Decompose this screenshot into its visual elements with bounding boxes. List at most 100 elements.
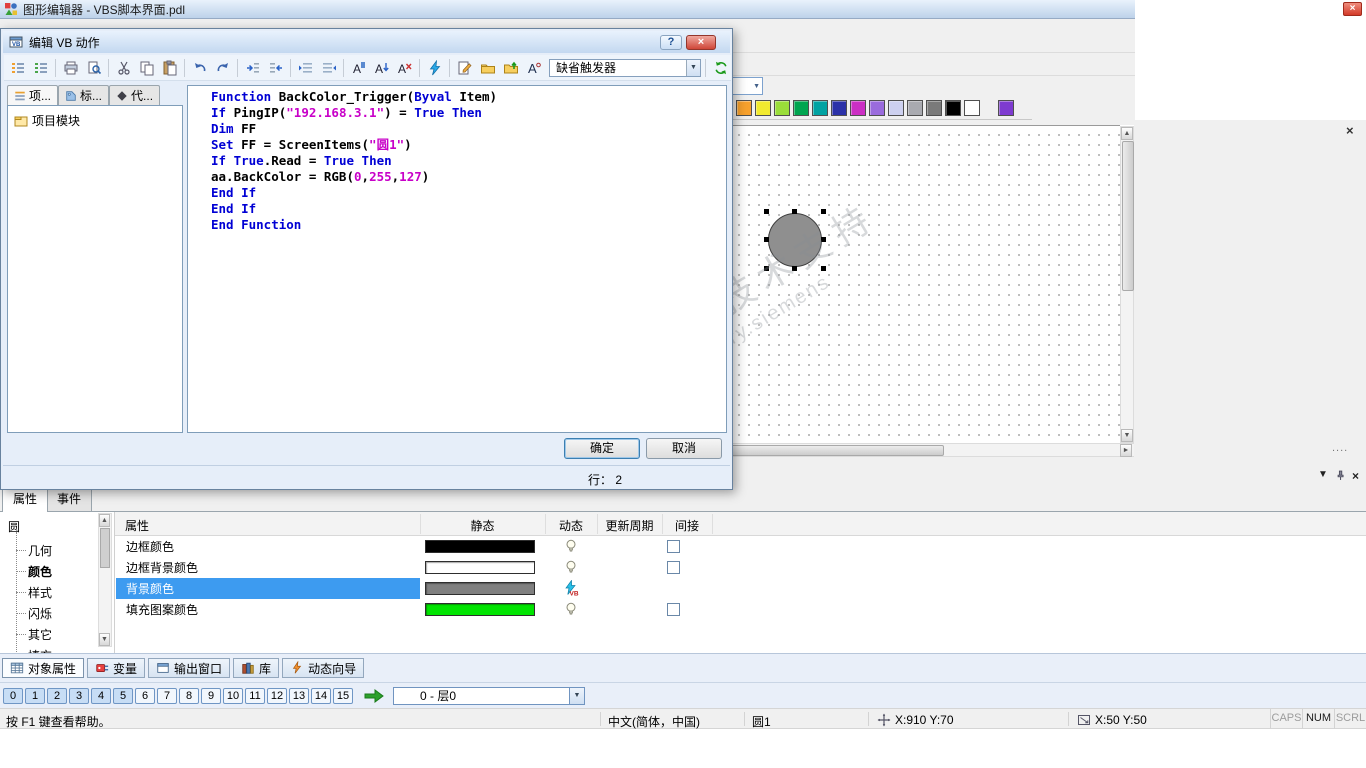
- paste-icon[interactable]: [159, 58, 180, 78]
- dialog-tab-2[interactable]: 代...: [109, 85, 161, 105]
- indent-icon[interactable]: [242, 58, 263, 78]
- property-name-cell[interactable]: 边框颜色: [116, 536, 420, 557]
- bulb-icon[interactable]: [563, 601, 579, 617]
- selection-handle[interactable]: [821, 209, 826, 214]
- palette-swatch[interactable]: [888, 100, 904, 116]
- layer-button-1[interactable]: 1: [25, 687, 45, 704]
- circle-object[interactable]: [768, 213, 822, 267]
- palette-swatch[interactable]: [831, 100, 847, 116]
- syntax-check-icon[interactable]: [424, 58, 445, 78]
- table-row[interactable]: 边框背景颜色: [115, 557, 1366, 578]
- layer-button-15[interactable]: 15: [333, 687, 353, 704]
- arrow-right-icon[interactable]: [363, 687, 385, 705]
- cancel-button[interactable]: 取消: [646, 438, 722, 459]
- scroll-up-icon[interactable]: ▲: [1121, 127, 1133, 140]
- dialog-tab-1[interactable]: 标...: [58, 85, 110, 105]
- selection-handle[interactable]: [821, 266, 826, 271]
- comment-icon[interactable]: [295, 58, 316, 78]
- layer-button-11[interactable]: 11: [245, 687, 265, 704]
- selection-handle[interactable]: [764, 266, 769, 271]
- scroll-up-icon[interactable]: ▲: [99, 514, 110, 527]
- layer-button-5[interactable]: 5: [113, 687, 133, 704]
- vertical-scroll-thumb[interactable]: [1122, 141, 1134, 291]
- layer-button-7[interactable]: 7: [157, 687, 177, 704]
- undo-icon[interactable]: [189, 58, 210, 78]
- import-icon[interactable]: [477, 58, 498, 78]
- chevron-down-icon[interactable]: ▼: [569, 687, 584, 704]
- tree-scrollbar[interactable]: ▲ ▼: [98, 513, 112, 647]
- indirect-checkbox[interactable]: [667, 561, 680, 574]
- palette-swatch[interactable]: [907, 100, 923, 116]
- palette-swatch[interactable]: [850, 100, 866, 116]
- tab-events[interactable]: 事件: [46, 488, 93, 511]
- tab-properties[interactable]: 属性: [2, 488, 49, 512]
- canvas-vertical-scrollbar[interactable]: ▲ ▼: [1120, 126, 1134, 443]
- bookmark-next-icon[interactable]: A: [371, 58, 392, 78]
- script-list-icon[interactable]: [7, 58, 28, 78]
- cut-icon[interactable]: [113, 58, 134, 78]
- code-editor[interactable]: Function BackColor_Trigger(Byval Item) If…: [187, 85, 727, 433]
- layer-combobox[interactable]: 0 - 层0 ▼: [393, 686, 585, 705]
- tree-item-project-modules[interactable]: 项目模块: [14, 112, 80, 129]
- bookmark-icon[interactable]: A: [348, 58, 369, 78]
- tab-dynamic-wizard[interactable]: 动态向导: [282, 658, 365, 678]
- selection-handle[interactable]: [792, 266, 797, 271]
- vb-action-icon[interactable]: VB: [563, 580, 579, 596]
- tree-item-3[interactable]: 闪烁: [15, 605, 52, 622]
- trigger-combobox[interactable]: 缺省触发器 ▼: [549, 58, 701, 77]
- tree-item-4[interactable]: 其它: [15, 626, 52, 643]
- static-color-swatch[interactable]: [425, 540, 535, 553]
- layer-button-14[interactable]: 14: [311, 687, 331, 704]
- chevron-down-icon[interactable]: ▼: [1318, 469, 1328, 480]
- dialog-tab-0[interactable]: 项...: [7, 85, 59, 105]
- selection-handle[interactable]: [821, 237, 826, 242]
- indirect-checkbox[interactable]: [667, 603, 680, 616]
- layer-button-13[interactable]: 13: [289, 687, 309, 704]
- tree-scroll-thumb[interactable]: [100, 528, 110, 568]
- close-button[interactable]: ×: [686, 35, 716, 50]
- scroll-down-icon[interactable]: ▼: [1121, 429, 1133, 442]
- layer-button-12[interactable]: 12: [267, 687, 287, 704]
- selection-handle[interactable]: [764, 237, 769, 242]
- palette-swatch[interactable]: [812, 100, 828, 116]
- action-list-icon[interactable]: [30, 58, 51, 78]
- redo-icon[interactable]: [212, 58, 233, 78]
- bulb-icon[interactable]: [563, 559, 579, 575]
- layer-button-9[interactable]: 9: [201, 687, 221, 704]
- bookmark-clear-icon[interactable]: A: [394, 58, 415, 78]
- property-name-cell[interactable]: 边框背景颜色: [116, 557, 420, 578]
- zoom-combo[interactable]: ▼: [733, 77, 763, 95]
- help-button[interactable]: ?: [660, 35, 682, 50]
- scroll-down-icon[interactable]: ▼: [99, 633, 110, 646]
- palette-swatch[interactable]: [774, 100, 790, 116]
- palette-swatch[interactable]: [945, 100, 961, 116]
- refresh-icon[interactable]: [710, 58, 731, 78]
- tab-output-window[interactable]: 输出窗口: [148, 658, 231, 678]
- close-icon[interactable]: ×: [1343, 2, 1362, 16]
- scroll-right-icon[interactable]: ►: [1120, 444, 1132, 457]
- table-row[interactable]: 背景颜色 VB: [115, 578, 1366, 599]
- palette-swatch[interactable]: [926, 100, 942, 116]
- print-preview-icon[interactable]: [83, 58, 104, 78]
- close-icon[interactable]: ×: [1352, 469, 1359, 483]
- palette-swatch[interactable]: [964, 100, 980, 116]
- indirect-checkbox[interactable]: [667, 540, 680, 553]
- palette-swatch[interactable]: [736, 100, 752, 116]
- layer-button-3[interactable]: 3: [69, 687, 89, 704]
- layer-button-0[interactable]: 0: [3, 687, 23, 704]
- edit-action-icon[interactable]: [454, 58, 475, 78]
- tab-tags[interactable]: 变量: [87, 658, 146, 678]
- layer-button-4[interactable]: 4: [91, 687, 111, 704]
- export-icon[interactable]: [500, 58, 521, 78]
- uncomment-icon[interactable]: [318, 58, 339, 78]
- property-name-cell[interactable]: 填充图案颜色: [116, 599, 420, 620]
- static-color-swatch[interactable]: [425, 582, 535, 595]
- tree-item-0[interactable]: 几何: [15, 542, 52, 559]
- tab-object-properties[interactable]: 对象属性: [2, 658, 85, 678]
- layer-button-2[interactable]: 2: [47, 687, 67, 704]
- tree-item-2[interactable]: 样式: [15, 584, 52, 601]
- bulb-icon[interactable]: [563, 538, 579, 554]
- layer-button-10[interactable]: 10: [223, 687, 243, 704]
- font-icon[interactable]: A: [523, 58, 544, 78]
- palette-swatch[interactable]: [793, 100, 809, 116]
